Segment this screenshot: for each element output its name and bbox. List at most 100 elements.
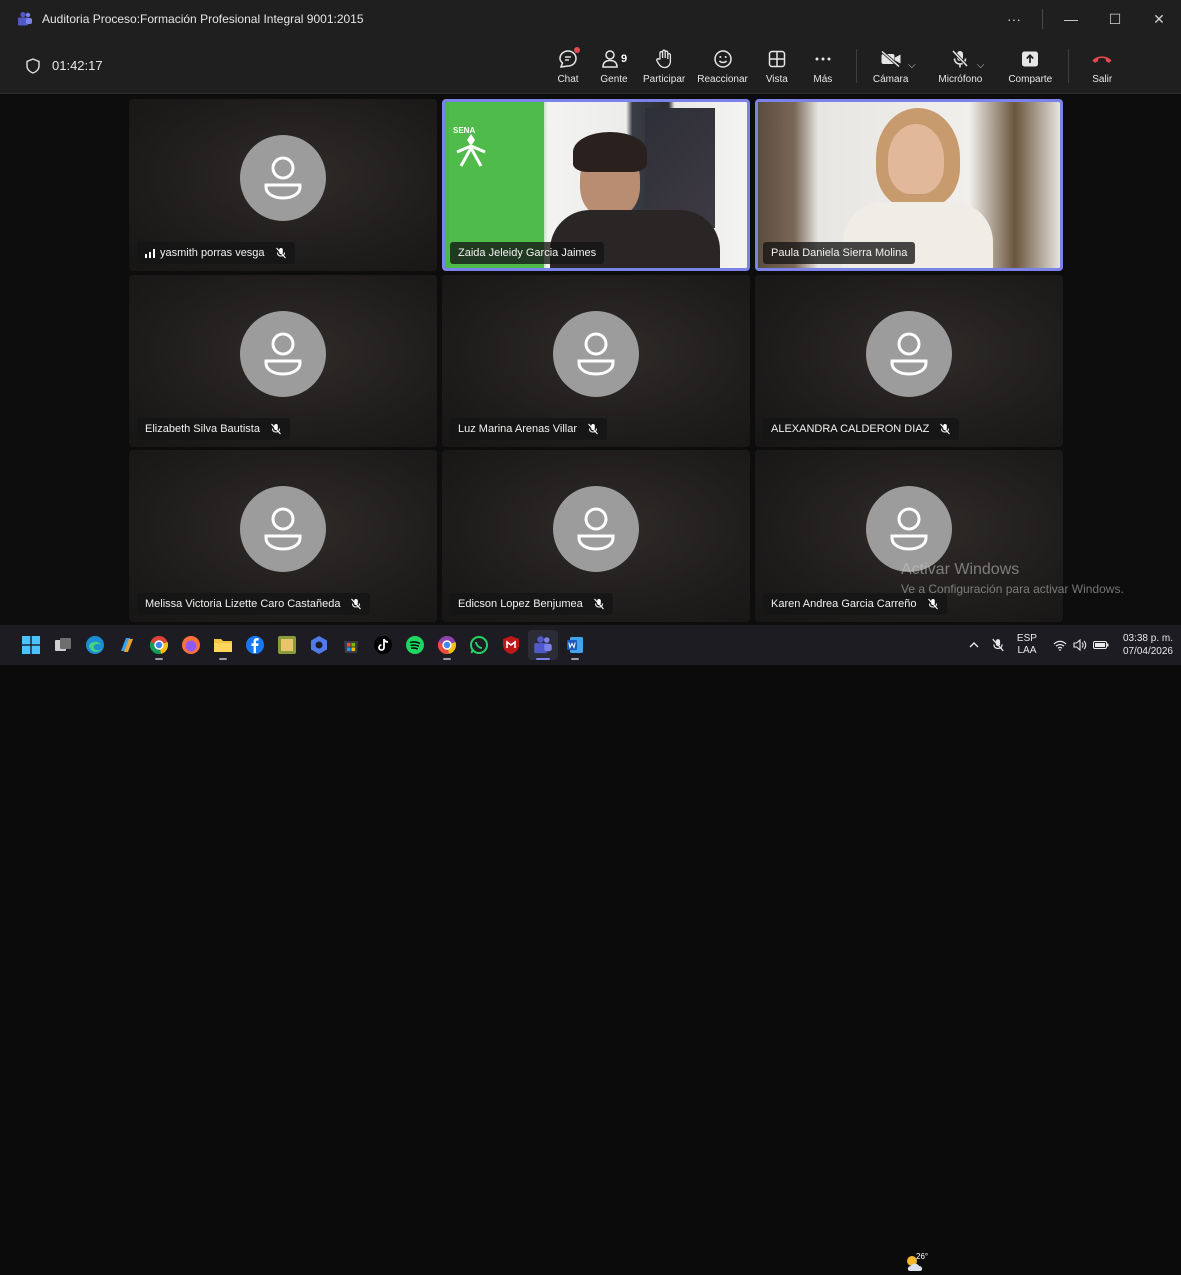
participant-video-tile[interactable]: Paula Daniela Sierra Molina (755, 99, 1063, 271)
weather-widget[interactable]: 26° (903, 1252, 928, 1275)
people-icon: 9 (601, 47, 627, 71)
signal-bars-icon (145, 248, 155, 258)
teams-icon[interactable] (528, 630, 558, 660)
firefox-icon[interactable] (176, 630, 206, 660)
meeting-stage: yasmith porras vesga SENA Zaida Jeleidy … (0, 95, 1181, 625)
participant-name-tag: yasmith porras vesga (137, 242, 295, 264)
view-button[interactable]: Vista (754, 38, 800, 94)
sena-logo: SENA (451, 126, 491, 175)
chat-icon (558, 47, 580, 71)
facebook-icon[interactable] (240, 630, 270, 660)
mcafee-icon[interactable] (496, 630, 526, 660)
chrome-profile-icon[interactable] (432, 630, 462, 660)
mic-off-icon (927, 598, 939, 610)
chevron-down-icon[interactable]: ⌵ (977, 60, 985, 71)
tiktok-icon[interactable] (368, 630, 398, 660)
minimize-button[interactable]: — (1049, 0, 1093, 38)
participant-name-tag: Elizabeth Silva Bautista (137, 418, 290, 440)
chrome-icon[interactable] (144, 630, 174, 660)
timer-text: 01:42:17 (52, 58, 103, 73)
avatar (553, 311, 639, 397)
avatar (240, 135, 326, 221)
window-titlebar: Auditoria Proceso:Formación Profesional … (0, 0, 1181, 38)
participant-video-tile[interactable]: SENA Zaida Jeleidy Garcia Jaimes (442, 99, 750, 271)
shield-icon (26, 57, 40, 74)
start-icon[interactable] (16, 630, 46, 660)
chevron-down-icon[interactable]: ⌵ (908, 60, 916, 71)
participant-name-tag: ALEXANDRA CALDERON DIAZ (763, 418, 960, 440)
toolbar-divider (1068, 49, 1070, 83)
mic-off-icon (587, 423, 599, 435)
grid-icon (768, 47, 786, 71)
user-icon (264, 332, 302, 376)
mic-off-icon (270, 423, 282, 435)
mic-off-icon (275, 247, 287, 259)
participant-name-tag: Edicson Lopez Benjumea (450, 593, 613, 615)
meeting-toolbar: 01:42:17 Chat 9 Gente Participar Reaccio… (0, 38, 1181, 94)
whatsapp-icon[interactable] (464, 630, 494, 660)
mic-off-icon (593, 598, 605, 610)
wifi-icon[interactable] (1053, 640, 1067, 651)
toolbar-divider (855, 49, 857, 83)
chevron-up-icon[interactable] (969, 642, 979, 648)
participant-tile[interactable]: Melissa Victoria Lizette Caro Castañeda (129, 450, 437, 622)
share-screen-icon (1020, 47, 1040, 71)
user-icon (264, 507, 302, 551)
smiley-icon (713, 47, 733, 71)
participant-tile[interactable]: yasmith porras vesga (129, 99, 437, 271)
copilot-icon[interactable] (112, 630, 142, 660)
more-options-button[interactable]: ··· (992, 0, 1036, 38)
language-indicator[interactable]: ESP LAA (1017, 633, 1037, 657)
battery-icon[interactable] (1092, 640, 1109, 650)
mic-button[interactable]: ⌵ Micrófono (932, 38, 988, 94)
participant-tile[interactable]: Edicson Lopez Benjumea (442, 450, 750, 622)
close-button[interactable]: ✕ (1137, 0, 1181, 38)
ellipsis-icon (814, 47, 832, 71)
participant-tile[interactable]: Luz Marina Arenas Villar (442, 275, 750, 447)
window-title: Auditoria Proceso:Formación Profesional … (42, 12, 364, 26)
camera-off-icon: ⌵ (880, 47, 916, 71)
participant-name-tag: Melissa Victoria Lizette Caro Castañeda (137, 593, 371, 615)
participant-tile[interactable]: Karen Andrea Garcia Carreño (755, 450, 1063, 622)
raise-hand-button[interactable]: Participar (637, 38, 691, 94)
mic-off-icon (939, 423, 951, 435)
participant-name-tag: Zaida Jeleidy Garcia Jaimes (450, 242, 605, 264)
avatar (553, 486, 639, 572)
user-icon (890, 332, 928, 376)
participant-tile[interactable]: ALEXANDRA CALDERON DIAZ (755, 275, 1063, 447)
volume-icon[interactable] (1073, 639, 1087, 651)
participant-name-tag: Karen Andrea Garcia Carreño (763, 593, 947, 615)
camera-button[interactable]: ⌵ Cámara (867, 38, 916, 94)
avatar (866, 486, 952, 572)
user-icon (577, 507, 615, 551)
file-explorer-icon[interactable] (208, 630, 238, 660)
person-face (888, 124, 944, 194)
meeting-timer: 01:42:17 (26, 57, 103, 74)
share-button[interactable]: Comparte (1002, 38, 1058, 94)
avatar (240, 486, 326, 572)
clock[interactable]: 03:38 p. m. 07/04/2026 (1123, 632, 1173, 658)
divider (1042, 9, 1043, 29)
react-button[interactable]: Reaccionar (691, 38, 754, 94)
activation-watermark: Activar Windows Ve a Configuración para … (901, 561, 1124, 596)
store-icon[interactable] (336, 630, 366, 660)
chat-button[interactable]: Chat (545, 38, 591, 94)
dev-icon[interactable] (304, 630, 334, 660)
hang-up-icon (1091, 47, 1113, 71)
spotify-icon[interactable] (400, 630, 430, 660)
avatar (866, 311, 952, 397)
word-icon[interactable] (560, 630, 590, 660)
task-view-icon[interactable] (48, 630, 78, 660)
people-button[interactable]: 9 Gente (591, 38, 637, 94)
leave-button[interactable]: Salir (1079, 38, 1125, 94)
mic-off-icon[interactable] (991, 638, 1005, 652)
teams-icon (16, 10, 34, 28)
edge-icon[interactable] (80, 630, 110, 660)
maximize-button[interactable]: ☐ (1093, 0, 1137, 38)
mic-off-icon: ⌵ (950, 47, 984, 71)
game-icon[interactable] (272, 630, 302, 660)
more-button[interactable]: Más (800, 38, 846, 94)
user-icon (577, 332, 615, 376)
participant-tile[interactable]: Elizabeth Silva Bautista (129, 275, 437, 447)
notification-dot (574, 47, 580, 53)
